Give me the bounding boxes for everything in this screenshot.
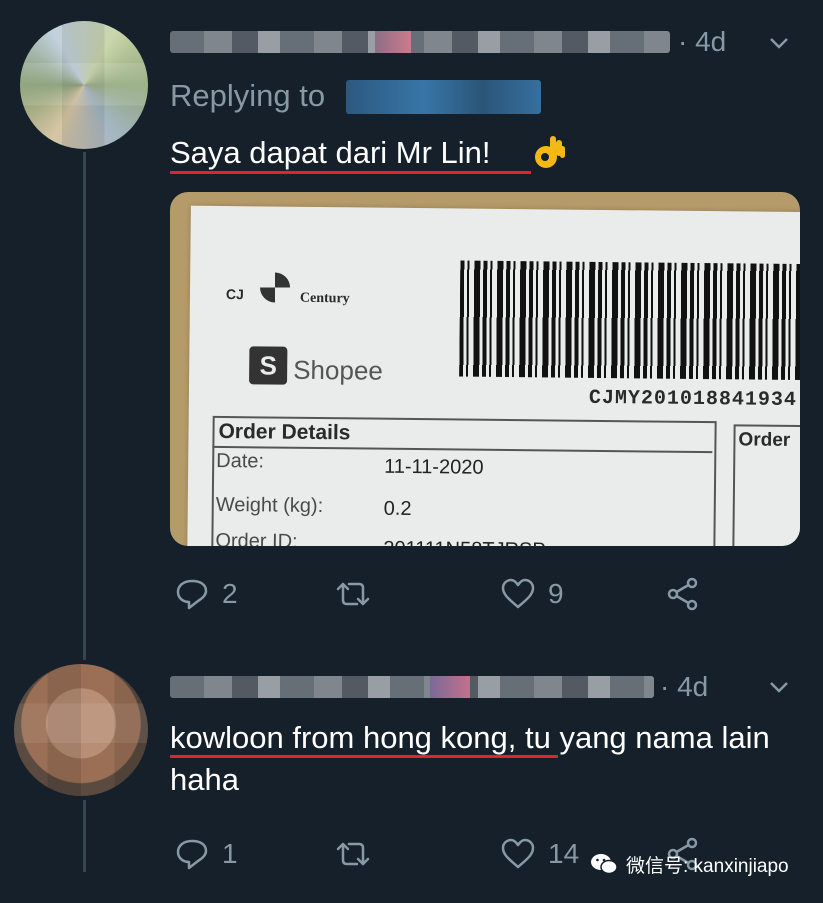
reply-count: 1: [222, 838, 238, 869]
order-id-value: 201111N58TJRSP: [383, 538, 546, 546]
like-button[interactable]: 9: [500, 576, 564, 612]
reply-button[interactable]: 1: [174, 836, 238, 872]
weight-label: Weight (kg):: [215, 493, 324, 518]
cj-logo-icon: [259, 272, 291, 303]
wechat-watermark: 微信号: kanxinjiapo: [590, 845, 789, 883]
tweet-timestamp[interactable]: · 4d: [678, 26, 726, 58]
reply-button[interactable]: 2: [174, 576, 238, 612]
share-icon: [667, 577, 698, 611]
thread-connector-line: [83, 800, 86, 872]
thread-connector-line: [83, 152, 86, 660]
reply-count: 2: [222, 578, 238, 609]
replying-to-label: Replying to: [170, 78, 326, 113]
order-details-heading: Order Details: [218, 419, 351, 445]
author-name-emoji-blurred: [375, 31, 411, 53]
heart-icon: [501, 578, 535, 609]
tweet-text: Saya dapat dari Mr Lin!: [170, 135, 491, 170]
retweet-button[interactable]: [335, 576, 371, 612]
heart-icon: [501, 838, 535, 869]
date-value: 11-11-2020: [384, 455, 484, 479]
author-name-blurred[interactable]: [170, 31, 670, 53]
text-underline-annotation: [170, 755, 558, 758]
date-label: Date:: [216, 449, 265, 473]
label-brand-cj: CJ: [225, 286, 244, 303]
retweet-icon: [336, 842, 370, 866]
text-underline-annotation: [170, 171, 531, 174]
avatar[interactable]: [20, 21, 148, 149]
like-count: 14: [548, 838, 580, 869]
tracking-number: CJMY201018841934: [588, 386, 798, 413]
label-shopee: Shopee: [293, 354, 383, 386]
tweet-photo[interactable]: CJ Century S Shopee CJMY201018841934 Ord…: [170, 192, 800, 546]
like-button[interactable]: 14: [500, 836, 579, 872]
shipping-label: CJ Century S Shopee CJMY201018841934 Ord…: [187, 205, 800, 546]
chevron-down-icon[interactable]: [768, 676, 790, 698]
like-count: 9: [548, 578, 564, 609]
reply-icon: [176, 579, 208, 610]
share-button[interactable]: [665, 576, 701, 612]
weight-value: 0.2: [383, 497, 412, 520]
wechat-icon: [591, 854, 618, 875]
label-brand-century: Century: [299, 290, 350, 307]
order-heading-right: Order: [738, 429, 791, 451]
order-id-label: Order ID:: [215, 529, 298, 546]
barcode: [459, 260, 800, 381]
chevron-down-icon[interactable]: [768, 32, 790, 54]
replying-to-handle-blurred[interactable]: [346, 80, 541, 114]
author-name-emoji-blurred: [430, 676, 470, 698]
tweet-timestamp[interactable]: · 4d: [660, 671, 708, 703]
avatar[interactable]: [14, 664, 148, 796]
watermark-text: 微信号: kanxinjiapo: [626, 855, 789, 877]
retweet-icon: [336, 582, 370, 606]
retweet-button[interactable]: [335, 836, 371, 872]
ok-hand-icon: [535, 136, 565, 168]
tweet-text: kowloon from hong kong, tu yang nama lai…: [170, 720, 770, 797]
shopee-bag-icon: S: [249, 346, 288, 385]
reply-icon: [176, 839, 208, 870]
author-name-blurred[interactable]: [170, 676, 654, 698]
